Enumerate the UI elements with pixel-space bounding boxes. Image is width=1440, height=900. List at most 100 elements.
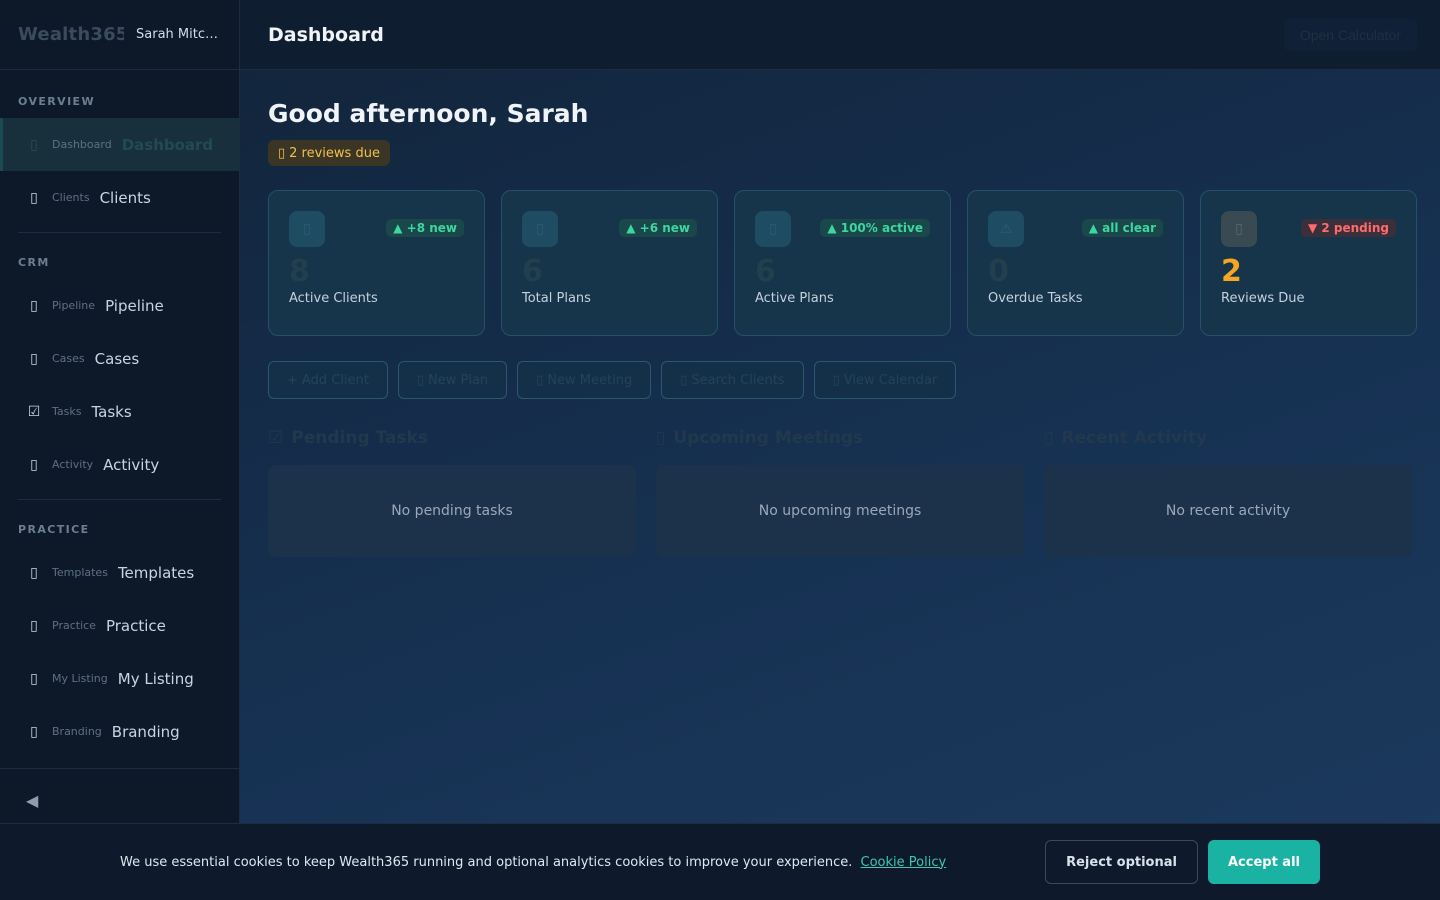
brand-logo[interactable]: Wealth365 bbox=[18, 24, 124, 45]
sidebar-nav: OVERVIEW ▯ Dashboard Dashboard ▯ Clients Clien… bbox=[0, 70, 239, 768]
sidebar-item-label: Activity bbox=[103, 455, 160, 474]
sidebar-item-label: Pipeline bbox=[105, 296, 164, 315]
recent-activity-icon: ▯ bbox=[1044, 428, 1054, 448]
cookie-policy-link[interactable]: Cookie Policy bbox=[861, 855, 947, 870]
topbar: Dashboard Open Calculator bbox=[240, 0, 1440, 70]
recent-activity-empty-state: No recent activity bbox=[1044, 465, 1412, 557]
active-clients-icon: ▯ bbox=[289, 211, 325, 247]
sidebar-item-clients[interactable]: ▯ Clients Clients bbox=[0, 171, 239, 224]
reject-optional-button[interactable]: Reject optional bbox=[1045, 840, 1198, 884]
upcoming-meetings-title: Upcoming Meetings bbox=[673, 428, 864, 448]
sidebar-item-cases[interactable]: ▯ Cases Cases bbox=[0, 332, 239, 385]
stat-trend-badge: ▲ +8 new bbox=[386, 219, 464, 237]
stat-label: Active Clients bbox=[289, 291, 378, 306]
sidebar-item-label: Branding bbox=[111, 722, 180, 741]
search-clients-icon: ▯ bbox=[680, 372, 688, 388]
quick-actions: + Add Client ▯ New Plan ▯ New Meeting ▯ Search … bbox=[268, 361, 1417, 399]
stat-trend-badge: ▼ 2 pending bbox=[1300, 219, 1396, 237]
sidebar-item-my-listing[interactable]: ▯ My Listing My Listing bbox=[0, 652, 239, 705]
sidebar-item-templates[interactable]: ▯ Templates Templates bbox=[0, 546, 239, 599]
sidebar-item-caption: My Listing bbox=[52, 672, 108, 685]
stat-card-active-plans[interactable]: ▯ ▲ 100% active 6 Active Plans bbox=[734, 190, 951, 336]
stat-card-total-plans[interactable]: ▯ ▲ +6 new 6 Total Plans bbox=[501, 190, 718, 336]
add-client-label: Add Client bbox=[301, 372, 369, 388]
sidebar-item-label: Practice bbox=[105, 616, 166, 635]
new-plan-icon: ▯ bbox=[416, 372, 424, 388]
reviews-due-text: 2 reviews due bbox=[289, 145, 380, 161]
stat-label: Total Plans bbox=[522, 291, 591, 306]
overdue-tasks-icon: ⚠ bbox=[988, 211, 1024, 247]
sidebar-item-tasks[interactable]: ☑ Tasks Tasks bbox=[0, 385, 239, 438]
sidebar-item-caption: Templates bbox=[52, 566, 108, 579]
search-clients-button[interactable]: ▯ Search Clients bbox=[661, 361, 804, 399]
collapse-sidebar-icon[interactable]: ◀ bbox=[26, 791, 38, 810]
stat-trend-badge: ▲ +6 new bbox=[619, 219, 697, 237]
stat-card-active-clients[interactable]: ▯ ▲ +8 new 8 Active Clients bbox=[268, 190, 485, 336]
practice-icon: ▯ bbox=[30, 617, 38, 634]
nav-divider bbox=[18, 499, 221, 500]
sidebar-item-label: Cases bbox=[94, 349, 140, 368]
tasks-icon: ☑ bbox=[27, 403, 41, 420]
user-name[interactable]: Sarah Mitchell bbox=[136, 27, 218, 42]
recent-activity-title: Recent Activity bbox=[1061, 428, 1208, 448]
stat-value: 6 bbox=[522, 254, 543, 289]
branding-icon: ▯ bbox=[30, 723, 38, 740]
my-listing-icon: ▯ bbox=[30, 670, 38, 687]
nav-section-label: CRM bbox=[18, 256, 50, 269]
stat-value: 6 bbox=[755, 254, 776, 289]
add-client-button[interactable]: + Add Client bbox=[268, 361, 388, 399]
new-plan-button[interactable]: ▯ New Plan bbox=[397, 361, 508, 399]
view-calendar-button[interactable]: ▯ View Calendar bbox=[813, 361, 957, 399]
sidebar-item-caption: Dashboard bbox=[52, 138, 112, 151]
new-meeting-button[interactable]: ▯ New Meeting bbox=[517, 361, 652, 399]
sidebar-item-activity[interactable]: ▯ Activity Activity bbox=[0, 438, 239, 491]
upcoming-meetings-icon: ▯ bbox=[656, 428, 666, 448]
sidebar-item-dashboard[interactable]: ▯ Dashboard Dashboard bbox=[0, 118, 239, 171]
open-calculator-button[interactable]: Open Calculator bbox=[1283, 18, 1417, 51]
main-area: Dashboard Open Calculator Good afternoon… bbox=[240, 0, 1440, 900]
sidebar-item-pipeline[interactable]: ▯ Pipeline Pipeline bbox=[0, 279, 239, 332]
sidebar-item-label: Tasks bbox=[91, 402, 132, 421]
sidebar-item-label: My Listing bbox=[117, 669, 194, 688]
pending-tasks-heading: ☑ Pending Tasks bbox=[268, 427, 636, 449]
new-meeting-label: New Meeting bbox=[547, 372, 633, 388]
sidebar-item-practice[interactable]: ▯ Practice Practice bbox=[0, 599, 239, 652]
pending-tasks-panel: ☑ Pending Tasks No pending tasks bbox=[268, 427, 636, 557]
pipeline-icon: ▯ bbox=[30, 297, 38, 314]
upcoming-meetings-empty-state: No upcoming meetings bbox=[656, 465, 1024, 557]
dashboard-icon: ▯ bbox=[30, 136, 38, 153]
dashboard-content: Good afternoon, Sarah ▯ 2 reviews due ▯ ▲… bbox=[240, 70, 1440, 557]
accept-all-button[interactable]: Accept all bbox=[1207, 840, 1320, 884]
stats-row: ▯ ▲ +8 new 8 Active Clients ▯ ▲ +6 new 6 Total … bbox=[268, 190, 1417, 336]
sidebar-item-caption: Tasks bbox=[52, 405, 82, 418]
sidebar: Wealth365 Sarah Mitchell OVERVIEW ▯ Dashbo… bbox=[0, 0, 240, 900]
activity-icon: ▯ bbox=[30, 456, 38, 473]
reviews-due-icon: ▯ bbox=[1221, 211, 1257, 247]
pending-tasks-title: Pending Tasks bbox=[291, 428, 428, 448]
greeting: Good afternoon, Sarah bbox=[268, 99, 589, 128]
stat-value: 0 bbox=[988, 254, 1009, 289]
recent-activity-heading: ▯ Recent Activity bbox=[1044, 427, 1412, 449]
templates-icon: ▯ bbox=[30, 564, 38, 581]
search-clients-label: Search Clients bbox=[691, 372, 785, 388]
nav-divider bbox=[18, 232, 221, 233]
reviews-due-badge[interactable]: ▯ 2 reviews due bbox=[268, 140, 390, 166]
sidebar-item-label: Templates bbox=[117, 563, 195, 582]
stat-card-reviews-due[interactable]: ▯ ▼ 2 pending 2 Reviews Due bbox=[1200, 190, 1417, 336]
sidebar-item-caption: Pipeline bbox=[52, 299, 96, 312]
pending-tasks-icon: ☑ bbox=[268, 428, 284, 448]
sidebar-item-label: Dashboard bbox=[121, 135, 214, 154]
nav-section-label: PRACTICE bbox=[18, 523, 90, 536]
stat-trend-badge: ▲ all clear bbox=[1081, 219, 1163, 237]
view-calendar-label: View Calendar bbox=[843, 372, 938, 388]
stat-label: Reviews Due bbox=[1221, 291, 1305, 306]
stat-card-overdue-tasks[interactable]: ⚠ ▲ all clear 0 Overdue Tasks bbox=[967, 190, 1184, 336]
app-root: Wealth365 Sarah Mitchell OVERVIEW▯Dashbo… bbox=[0, 0, 1440, 900]
stat-label: Overdue Tasks bbox=[988, 291, 1083, 306]
cookie-banner: We use essential cookies to keep Wealth3… bbox=[0, 823, 1440, 900]
calendar-icon: ▯ bbox=[278, 145, 286, 161]
view-calendar-icon: ▯ bbox=[832, 372, 840, 388]
nav-section-label: OVERVIEW bbox=[18, 95, 96, 108]
sidebar-item-branding[interactable]: ▯ Branding Branding bbox=[0, 705, 239, 758]
cookie-message: We use essential cookies to keep Wealth3… bbox=[120, 855, 946, 870]
